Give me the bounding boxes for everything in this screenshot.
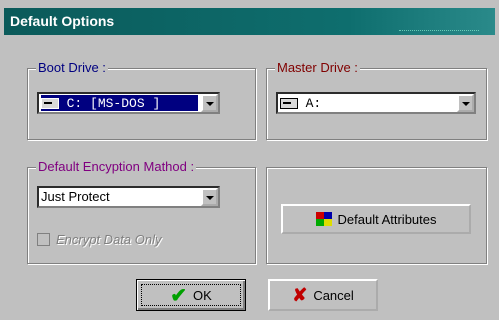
chevron-down-icon[interactable] [457,94,474,112]
encryption-select[interactable]: Just Protect [37,186,220,208]
encrypt-data-only-label: Encrypt Data Only [56,232,162,247]
chevron-down-icon[interactable] [201,188,218,206]
encrypt-data-only-checkbox[interactable]: Encrypt Data Only [37,232,162,247]
checkbox-box[interactable] [37,233,50,246]
boot-drive-value: C: [MS-DOS ] [66,96,161,111]
focus-rect [141,284,241,306]
title-bar: Default Options [4,8,495,35]
cancel-label: Cancel [313,287,354,303]
default-attributes-label: Default Attributes [337,211,437,227]
attributes-group: Default Attributes [266,167,487,264]
title-bar-decoration [399,30,479,33]
window-title: Default Options [10,13,115,29]
encryption-label: Default Encyption Mathod : [36,159,197,174]
dialog-body: Boot Drive : C: [MS-DOS ] Master Drive :… [0,35,499,320]
floppy-drive-icon [280,98,298,110]
drive-icon [41,98,59,110]
encryption-group: Default Encyption Mathod : Just Protect … [27,159,256,264]
ok-button[interactable]: ✔ OK [136,279,246,311]
master-drive-label: Master Drive : [275,60,360,75]
encryption-value: Just Protect [41,189,110,204]
default-attributes-button[interactable]: Default Attributes [281,204,471,234]
close-icon: ✘ [292,284,308,305]
boot-drive-select[interactable]: C: [MS-DOS ] [37,92,220,114]
attributes-icon [315,212,332,226]
boot-drive-group: Boot Drive : C: [MS-DOS ] [27,60,256,140]
master-drive-select[interactable]: A: [276,92,476,114]
cancel-button[interactable]: ✘ Cancel [268,279,378,311]
master-drive-group: Master Drive : A: [266,60,487,140]
master-drive-value: A: [305,96,322,111]
chevron-down-icon[interactable] [201,94,218,112]
boot-drive-label: Boot Drive : [36,60,108,75]
